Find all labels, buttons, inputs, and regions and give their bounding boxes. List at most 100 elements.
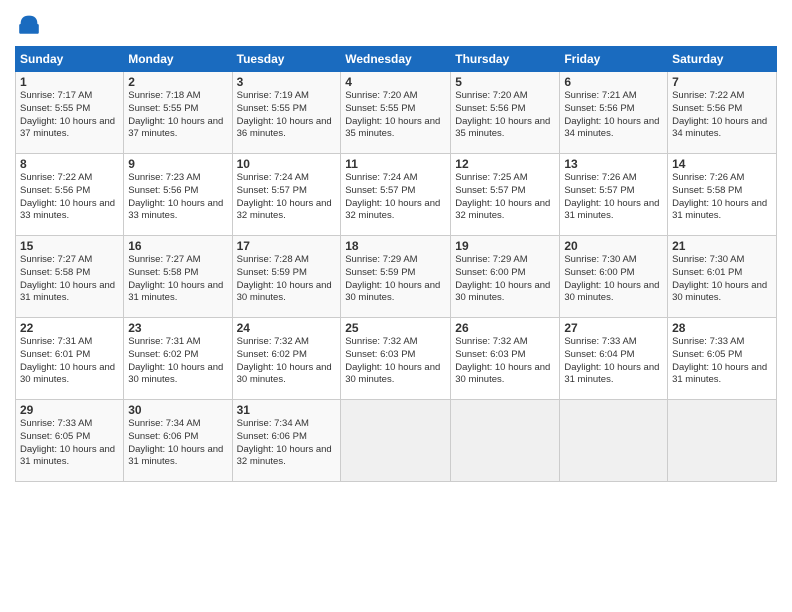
calendar-cell: 3 Sunrise: 7:19 AM Sunset: 5:55 PM Dayli… (232, 72, 341, 154)
day-number: 26 (455, 321, 555, 335)
day-info: Sunrise: 7:31 AM Sunset: 6:01 PM Dayligh… (20, 336, 119, 387)
calendar-cell: 17 Sunrise: 7:28 AM Sunset: 5:59 PM Dayl… (232, 236, 341, 318)
day-number: 27 (564, 321, 663, 335)
day-number: 19 (455, 239, 555, 253)
calendar-cell (451, 400, 560, 482)
day-info: Sunrise: 7:30 AM Sunset: 6:01 PM Dayligh… (672, 254, 772, 305)
page: SundayMondayTuesdayWednesdayThursdayFrid… (0, 0, 792, 612)
day-info: Sunrise: 7:32 AM Sunset: 6:03 PM Dayligh… (455, 336, 555, 387)
calendar-cell (560, 400, 668, 482)
calendar-cell: 9 Sunrise: 7:23 AM Sunset: 5:56 PM Dayli… (124, 154, 232, 236)
day-info: Sunrise: 7:32 AM Sunset: 6:03 PM Dayligh… (345, 336, 446, 387)
day-number: 31 (237, 403, 337, 417)
calendar-cell: 20 Sunrise: 7:30 AM Sunset: 6:00 PM Dayl… (560, 236, 668, 318)
day-number: 4 (345, 75, 446, 89)
day-number: 2 (128, 75, 227, 89)
col-header-friday: Friday (560, 47, 668, 72)
calendar-cell: 13 Sunrise: 7:26 AM Sunset: 5:57 PM Dayl… (560, 154, 668, 236)
day-info: Sunrise: 7:26 AM Sunset: 5:57 PM Dayligh… (564, 172, 663, 223)
day-number: 21 (672, 239, 772, 253)
day-number: 13 (564, 157, 663, 171)
header-row: SundayMondayTuesdayWednesdayThursdayFrid… (16, 47, 777, 72)
col-header-sunday: Sunday (16, 47, 124, 72)
calendar-cell: 30 Sunrise: 7:34 AM Sunset: 6:06 PM Dayl… (124, 400, 232, 482)
calendar-cell: 11 Sunrise: 7:24 AM Sunset: 5:57 PM Dayl… (341, 154, 451, 236)
day-number: 14 (672, 157, 772, 171)
day-number: 25 (345, 321, 446, 335)
logo (15, 10, 45, 38)
calendar-cell: 24 Sunrise: 7:32 AM Sunset: 6:02 PM Dayl… (232, 318, 341, 400)
calendar-cell: 29 Sunrise: 7:33 AM Sunset: 6:05 PM Dayl… (16, 400, 124, 482)
col-header-saturday: Saturday (668, 47, 777, 72)
week-row-2: 8 Sunrise: 7:22 AM Sunset: 5:56 PM Dayli… (16, 154, 777, 236)
day-number: 20 (564, 239, 663, 253)
week-row-1: 1 Sunrise: 7:17 AM Sunset: 5:55 PM Dayli… (16, 72, 777, 154)
calendar-cell: 21 Sunrise: 7:30 AM Sunset: 6:01 PM Dayl… (668, 236, 777, 318)
day-info: Sunrise: 7:27 AM Sunset: 5:58 PM Dayligh… (128, 254, 227, 305)
calendar-cell (341, 400, 451, 482)
day-number: 16 (128, 239, 227, 253)
day-number: 3 (237, 75, 337, 89)
day-info: Sunrise: 7:24 AM Sunset: 5:57 PM Dayligh… (345, 172, 446, 223)
calendar-cell: 28 Sunrise: 7:33 AM Sunset: 6:05 PM Dayl… (668, 318, 777, 400)
day-info: Sunrise: 7:22 AM Sunset: 5:56 PM Dayligh… (20, 172, 119, 223)
day-info: Sunrise: 7:32 AM Sunset: 6:02 PM Dayligh… (237, 336, 337, 387)
calendar-table: SundayMondayTuesdayWednesdayThursdayFrid… (15, 46, 777, 482)
calendar-cell: 15 Sunrise: 7:27 AM Sunset: 5:58 PM Dayl… (16, 236, 124, 318)
week-row-5: 29 Sunrise: 7:33 AM Sunset: 6:05 PM Dayl… (16, 400, 777, 482)
week-row-4: 22 Sunrise: 7:31 AM Sunset: 6:01 PM Dayl… (16, 318, 777, 400)
day-info: Sunrise: 7:18 AM Sunset: 5:55 PM Dayligh… (128, 90, 227, 141)
day-number: 5 (455, 75, 555, 89)
calendar-cell: 31 Sunrise: 7:34 AM Sunset: 6:06 PM Dayl… (232, 400, 341, 482)
col-header-monday: Monday (124, 47, 232, 72)
calendar-cell: 1 Sunrise: 7:17 AM Sunset: 5:55 PM Dayli… (16, 72, 124, 154)
day-info: Sunrise: 7:28 AM Sunset: 5:59 PM Dayligh… (237, 254, 337, 305)
day-number: 15 (20, 239, 119, 253)
day-number: 6 (564, 75, 663, 89)
calendar-cell: 18 Sunrise: 7:29 AM Sunset: 5:59 PM Dayl… (341, 236, 451, 318)
calendar-cell: 16 Sunrise: 7:27 AM Sunset: 5:58 PM Dayl… (124, 236, 232, 318)
day-number: 17 (237, 239, 337, 253)
day-info: Sunrise: 7:20 AM Sunset: 5:56 PM Dayligh… (455, 90, 555, 141)
day-number: 12 (455, 157, 555, 171)
day-info: Sunrise: 7:26 AM Sunset: 5:58 PM Dayligh… (672, 172, 772, 223)
calendar-cell: 4 Sunrise: 7:20 AM Sunset: 5:55 PM Dayli… (341, 72, 451, 154)
day-info: Sunrise: 7:17 AM Sunset: 5:55 PM Dayligh… (20, 90, 119, 141)
day-info: Sunrise: 7:33 AM Sunset: 6:05 PM Dayligh… (20, 418, 119, 469)
day-info: Sunrise: 7:31 AM Sunset: 6:02 PM Dayligh… (128, 336, 227, 387)
day-info: Sunrise: 7:29 AM Sunset: 6:00 PM Dayligh… (455, 254, 555, 305)
col-header-wednesday: Wednesday (341, 47, 451, 72)
col-header-tuesday: Tuesday (232, 47, 341, 72)
day-number: 30 (128, 403, 227, 417)
day-info: Sunrise: 7:29 AM Sunset: 5:59 PM Dayligh… (345, 254, 446, 305)
day-info: Sunrise: 7:20 AM Sunset: 5:55 PM Dayligh… (345, 90, 446, 141)
calendar-cell: 2 Sunrise: 7:18 AM Sunset: 5:55 PM Dayli… (124, 72, 232, 154)
day-info: Sunrise: 7:34 AM Sunset: 6:06 PM Dayligh… (128, 418, 227, 469)
day-number: 24 (237, 321, 337, 335)
day-number: 29 (20, 403, 119, 417)
day-number: 28 (672, 321, 772, 335)
calendar-cell: 23 Sunrise: 7:31 AM Sunset: 6:02 PM Dayl… (124, 318, 232, 400)
calendar-cell: 10 Sunrise: 7:24 AM Sunset: 5:57 PM Dayl… (232, 154, 341, 236)
day-info: Sunrise: 7:22 AM Sunset: 5:56 PM Dayligh… (672, 90, 772, 141)
week-row-3: 15 Sunrise: 7:27 AM Sunset: 5:58 PM Dayl… (16, 236, 777, 318)
day-info: Sunrise: 7:27 AM Sunset: 5:58 PM Dayligh… (20, 254, 119, 305)
day-number: 18 (345, 239, 446, 253)
day-number: 11 (345, 157, 446, 171)
header (15, 10, 777, 38)
day-info: Sunrise: 7:23 AM Sunset: 5:56 PM Dayligh… (128, 172, 227, 223)
day-number: 7 (672, 75, 772, 89)
day-info: Sunrise: 7:24 AM Sunset: 5:57 PM Dayligh… (237, 172, 337, 223)
day-info: Sunrise: 7:33 AM Sunset: 6:05 PM Dayligh… (672, 336, 772, 387)
day-info: Sunrise: 7:19 AM Sunset: 5:55 PM Dayligh… (237, 90, 337, 141)
day-number: 1 (20, 75, 119, 89)
day-number: 22 (20, 321, 119, 335)
day-info: Sunrise: 7:21 AM Sunset: 5:56 PM Dayligh… (564, 90, 663, 141)
day-info: Sunrise: 7:34 AM Sunset: 6:06 PM Dayligh… (237, 418, 337, 469)
day-info: Sunrise: 7:30 AM Sunset: 6:00 PM Dayligh… (564, 254, 663, 305)
calendar-cell: 7 Sunrise: 7:22 AM Sunset: 5:56 PM Dayli… (668, 72, 777, 154)
day-number: 23 (128, 321, 227, 335)
day-number: 8 (20, 157, 119, 171)
calendar-cell: 14 Sunrise: 7:26 AM Sunset: 5:58 PM Dayl… (668, 154, 777, 236)
day-number: 10 (237, 157, 337, 171)
